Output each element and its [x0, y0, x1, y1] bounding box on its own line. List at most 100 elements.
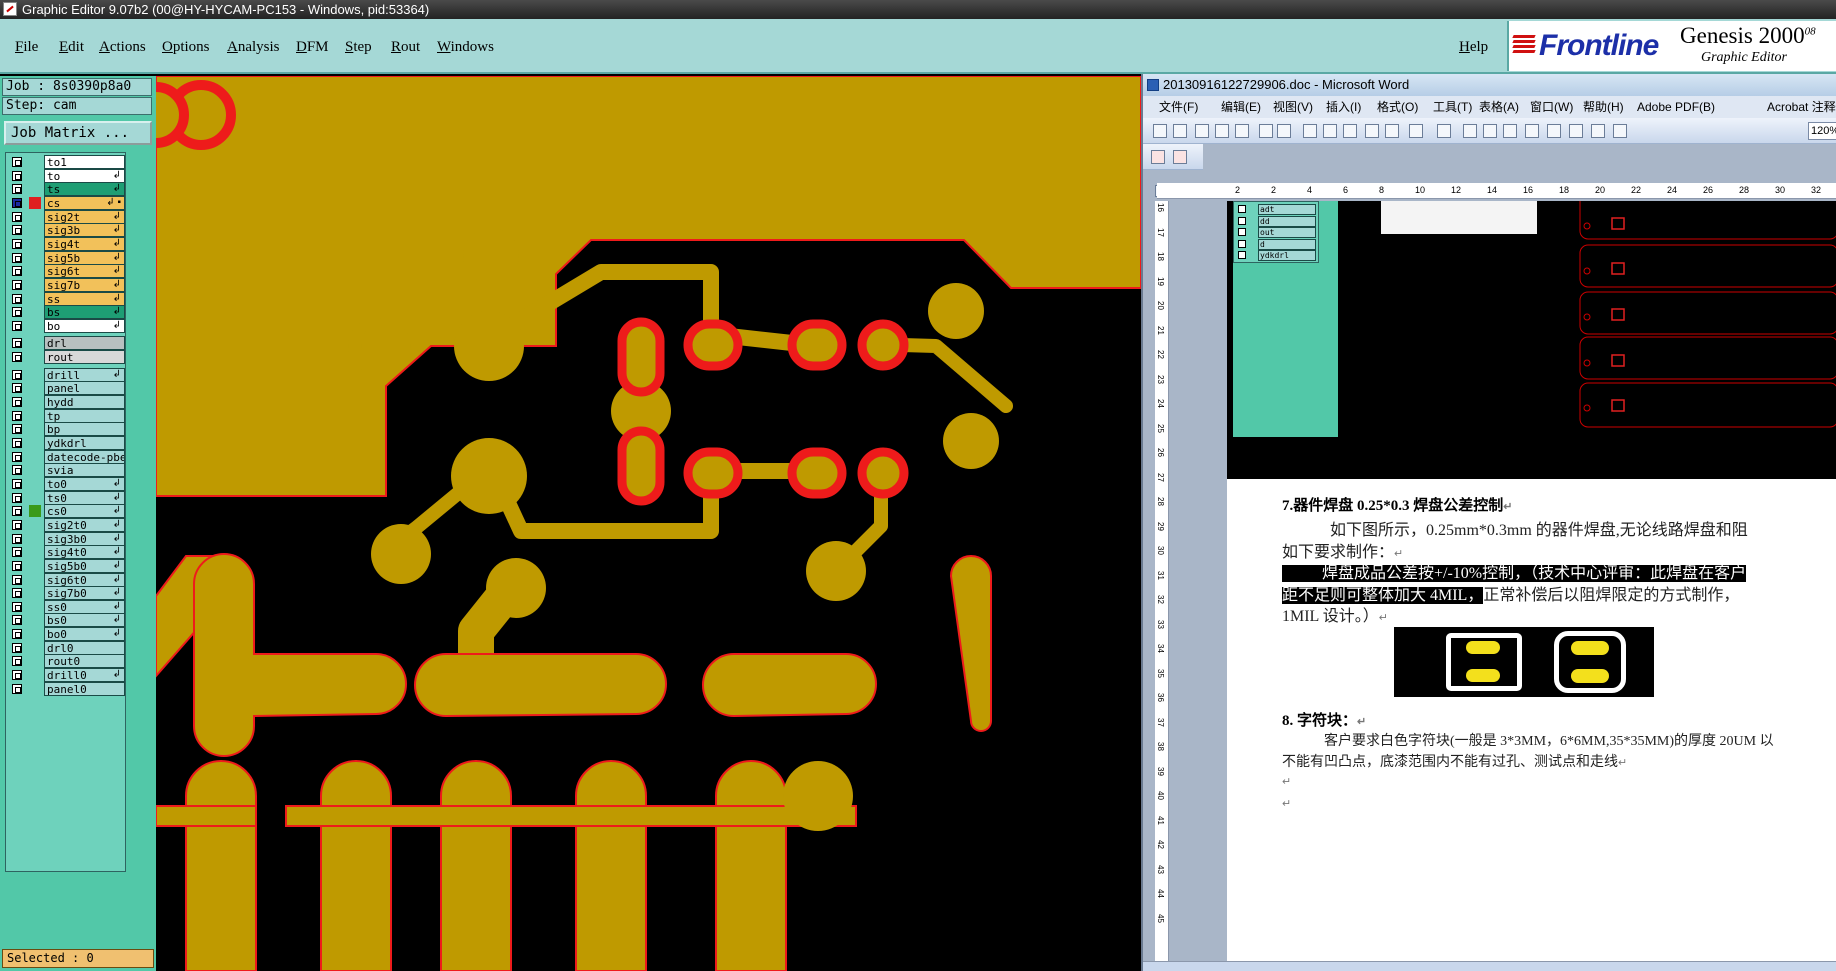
layer-checkbox[interactable] — [12, 369, 22, 380]
research-icon[interactable] — [1303, 124, 1317, 138]
menu-help[interactable]: Help — [1459, 39, 1488, 56]
layer-row-drl0[interactable]: drl0 — [8, 640, 125, 655]
layer-row-sig2t[interactable]: sig2t ↲ — [8, 209, 125, 224]
layer-row-sig4t[interactable]: sig4t ↲ — [8, 236, 125, 251]
layer-row-sig7b[interactable]: sig7b ↲ — [8, 277, 125, 292]
layer-row-ss[interactable]: ss ↲ — [8, 291, 125, 306]
new-doc-icon[interactable] — [1153, 124, 1167, 138]
layer-row-hydd[interactable]: hydd — [8, 395, 125, 410]
pdf-mail-icon[interactable] — [1173, 150, 1187, 164]
paste-icon[interactable] — [1365, 124, 1379, 138]
layer-checkbox[interactable] — [12, 338, 22, 349]
menu-options[interactable]: Options — [162, 39, 210, 56]
layer-row-sig6t0[interactable]: sig6t0 ↲ — [8, 572, 125, 587]
layer-row-sig6t[interactable]: sig6t ↲ — [8, 264, 125, 279]
print-preview-icon[interactable] — [1259, 124, 1273, 138]
cut-icon[interactable] — [1323, 124, 1337, 138]
layer-checkbox[interactable] — [12, 547, 22, 558]
layer-name[interactable]: drl — [44, 336, 125, 351]
layer-checkbox[interactable] — [12, 629, 22, 640]
layer-row-datecode-pbe[interactable]: datecode-pbe — [8, 449, 125, 464]
layer-checkbox[interactable] — [12, 574, 22, 585]
layer-row-rout[interactable]: rout — [8, 350, 125, 365]
layer-row-to[interactable]: to ↲ — [8, 168, 125, 183]
menu-step[interactable]: Step — [345, 39, 372, 56]
show-hide-icon[interactable] — [1613, 124, 1627, 138]
layer-name[interactable]: datecode-pbe — [44, 449, 125, 464]
graphic-canvas[interactable] — [156, 76, 1141, 971]
layer-row-drl[interactable]: drl — [8, 336, 125, 351]
undo-icon[interactable] — [1409, 124, 1423, 138]
layer-checkbox[interactable] — [12, 320, 22, 331]
layer-name[interactable]: hydd — [44, 395, 125, 410]
layer-checkbox[interactable] — [12, 656, 22, 667]
spell-icon[interactable] — [1277, 124, 1291, 138]
permission-icon[interactable] — [1215, 124, 1229, 138]
job-matrix-button[interactable]: Job Matrix ... — [4, 121, 152, 145]
menu-actions[interactable]: Actions — [99, 39, 146, 56]
layer-checkbox[interactable] — [12, 683, 22, 694]
layer-row-ss0[interactable]: ss0 ↲ — [8, 599, 125, 614]
document-map-icon[interactable] — [1591, 124, 1605, 138]
layer-checkbox[interactable] — [12, 307, 22, 318]
layer-row-sig5b0[interactable]: sig5b0 ↲ — [8, 558, 125, 573]
layer-row-svia[interactable]: svia — [8, 463, 125, 478]
layer-row-bo0[interactable]: bo0 ↲ — [8, 627, 125, 642]
word-menu-acrobat[interactable]: Acrobat 注释 — [1767, 96, 1836, 118]
layer-checkbox[interactable] — [12, 266, 22, 277]
layer-row-ts[interactable]: ts ↲ — [8, 182, 125, 197]
menu-file[interactable]: File — [15, 39, 38, 56]
layer-checkbox[interactable] — [12, 478, 22, 489]
horizontal-ruler[interactable]: 2 2 4 6 8 10 12 14 16 18 20 22 24 26 28 30 32 — [1157, 183, 1836, 199]
layer-row-panel0[interactable]: panel0 — [8, 681, 125, 696]
layer-checkbox[interactable] — [12, 197, 22, 208]
layer-checkbox[interactable] — [12, 533, 22, 544]
tables-borders-icon[interactable] — [1483, 124, 1497, 138]
layer-row-bp[interactable]: bp — [8, 422, 125, 437]
layer-checkbox[interactable] — [12, 424, 22, 435]
layer-checkbox[interactable] — [12, 211, 22, 222]
layer-checkbox[interactable] — [12, 560, 22, 571]
layer-checkbox[interactable] — [12, 184, 22, 195]
open-icon[interactable] — [1173, 124, 1187, 138]
layer-row-sig4t0[interactable]: sig4t0 ↲ — [8, 545, 125, 560]
insert-excel-icon[interactable] — [1525, 124, 1539, 138]
layer-name[interactable]: tp — [44, 408, 125, 423]
layer-checkbox[interactable] — [12, 615, 22, 626]
layer-checkbox[interactable] — [12, 506, 22, 517]
zoom-field[interactable]: 120% — [1808, 122, 1836, 140]
print-icon[interactable] — [1235, 124, 1249, 138]
save-icon[interactable] — [1195, 124, 1209, 138]
layer-name[interactable]: svia — [44, 463, 125, 478]
word-menu-edit[interactable]: 编辑(E) — [1221, 96, 1261, 118]
layer-checkbox[interactable] — [12, 157, 22, 167]
layer-name[interactable]: drl0 — [44, 640, 125, 655]
pdf-convert-icon[interactable] — [1151, 150, 1165, 164]
word-menu-window[interactable]: 窗口(W) — [1530, 96, 1573, 118]
layer-checkbox[interactable] — [12, 588, 22, 599]
menu-analysis[interactable]: Analysis — [227, 39, 280, 56]
layer-checkbox[interactable] — [12, 410, 22, 421]
columns-icon[interactable] — [1547, 124, 1561, 138]
layer-checkbox[interactable] — [12, 293, 22, 304]
layer-row-sig2t0[interactable]: sig2t0 ↲ — [8, 517, 125, 532]
layer-checkbox[interactable] — [12, 170, 22, 181]
menu-windows[interactable]: Windows — [437, 39, 494, 56]
layer-row-tp[interactable]: tp — [8, 408, 125, 423]
layer-checkbox[interactable] — [12, 397, 22, 408]
layer-row-ts0[interactable]: ts0 ↲ — [8, 490, 125, 505]
layer-checkbox[interactable] — [12, 225, 22, 236]
word-menu-view[interactable]: 视图(V) — [1273, 96, 1313, 118]
menu-dfm[interactable]: DFM — [296, 39, 329, 56]
layer-row-bo[interactable]: bo ↲ — [8, 318, 125, 333]
layer-row-sig7b0[interactable]: sig7b0 ↲ — [8, 586, 125, 601]
word-menu-tools[interactable]: 工具(T) — [1433, 96, 1472, 118]
word-menu-insert[interactable]: 插入(I) — [1326, 96, 1361, 118]
layer-checkbox[interactable] — [12, 451, 22, 462]
layer-row-ydkdrl[interactable]: ydkdrl — [8, 436, 125, 450]
layer-row-panel[interactable]: panel — [8, 381, 125, 396]
format-painter-icon[interactable] — [1385, 124, 1399, 138]
layer-checkbox[interactable] — [12, 670, 22, 681]
layer-name[interactable]: to1 — [44, 155, 125, 169]
layer-name[interactable]: ydkdrl — [44, 436, 125, 450]
